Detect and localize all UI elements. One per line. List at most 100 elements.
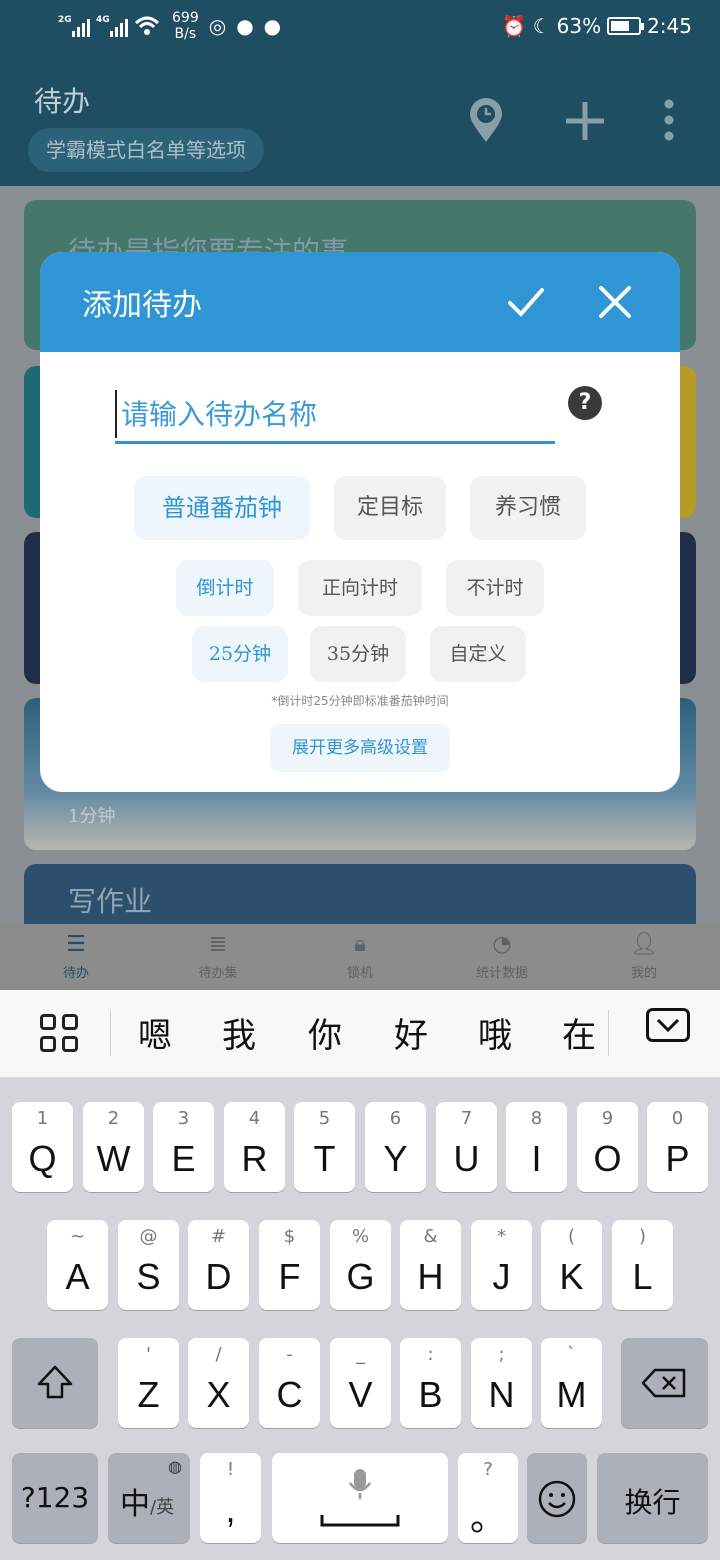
candidate-word[interactable]: 我 [222,1008,256,1057]
microphone-icon [348,1469,372,1499]
divider [608,1010,609,1056]
key-g[interactable]: % G [330,1220,391,1310]
key-k[interactable]: (K [541,1220,602,1310]
shift-icon [37,1365,73,1399]
wechat-icon: ● [263,14,282,38]
alarm-icon: ⏰ [501,14,527,38]
add-icon[interactable] [564,100,606,142]
option-build-habit[interactable]: 养习惯 [470,476,586,540]
dialog-header: 添加待办 [40,252,680,352]
divider [110,1010,111,1056]
list-icon: ☰ [66,932,86,957]
key-s[interactable]: @ S [118,1220,179,1310]
battery-percent: 63% [556,14,602,38]
expand-advanced-button[interactable]: 展开更多高级设置 [270,724,450,772]
nav-lock[interactable]: 🔒︎ 锁机 [300,932,420,981]
emoji-key[interactable] [527,1453,587,1543]
nav-todo-set[interactable]: ≣ 待办集 [158,932,278,981]
bottom-nav: ☰ 待办 ≣ 待办集 🔒︎ 锁机 ◔ 统计数据 👤︎ 我的 [0,924,720,990]
enter-key[interactable]: 换行 [597,1453,708,1543]
key-p[interactable]: 0P [647,1102,708,1192]
dialog-title: 添加待办 [82,288,202,323]
period-key[interactable]: ? 。 [458,1453,518,1543]
globe-icon: ◍ [168,1457,182,1476]
key-t[interactable]: 5T [294,1102,355,1192]
whitelist-chip[interactable]: 学霸模式白名单等选项 [28,128,264,172]
status-bar: 2G 4G 699 B/s ◎ ● ● ⏰ ☾ 63% 2:45 [0,0,720,56]
option-set-goal[interactable]: 定目标 [334,476,446,540]
space-key[interactable] [272,1453,448,1543]
option-custom[interactable]: 自定义 [430,626,526,682]
key-o[interactable]: 9O [577,1102,638,1192]
close-icon[interactable] [591,278,639,326]
shift-key[interactable] [12,1338,98,1428]
option-25min[interactable]: 25分钟 [192,626,288,682]
option-normal-pomodoro[interactable]: 普通番茄钟 [134,476,310,540]
moon-icon: ☾ [532,14,551,38]
key-v[interactable]: _ V [330,1338,391,1428]
confirm-icon[interactable] [502,278,550,326]
collapse-keyboard-icon[interactable] [646,1008,690,1042]
keyboard: 1Q 2W 3E 4R 5T 6Y 7U 8I 9O 0P ~ A @ S # D $… [0,1078,720,1560]
option-no-timer[interactable]: 不计时 [446,560,544,616]
weibo-icon: ◎ [208,14,227,38]
backspace-key[interactable] [621,1338,708,1428]
key-u[interactable]: 7U [436,1102,497,1192]
nav-me[interactable]: 👤︎ 我的 [584,932,704,981]
key-c[interactable]: -C [259,1338,320,1428]
key-x[interactable]: / X [188,1338,249,1428]
backspace-icon [641,1368,686,1398]
option-35min[interactable]: 35分钟 [310,626,406,682]
todo-name-input[interactable] [115,388,555,444]
key-d[interactable]: # D [188,1220,249,1310]
ime-candidate-bar: 嗯 我 你 好 哦 在 [0,990,720,1078]
candidate-word[interactable]: 嗯 [138,1008,172,1057]
emoji-icon [538,1480,576,1518]
candidate-word[interactable]: 哦 [478,1008,512,1057]
nav-todo[interactable]: ☰ 待办 [16,932,136,981]
nav-stats[interactable]: ◔ 统计数据 [442,932,562,981]
more-icon[interactable] [662,98,676,142]
comma-key[interactable]: ! , [200,1453,261,1543]
key-j[interactable]: * J [471,1220,532,1310]
option-count-up[interactable]: 正向计时 [298,560,422,616]
key-q[interactable]: 1Q [12,1102,73,1192]
page-title: 待办 [34,85,91,118]
key-e[interactable]: 3E [153,1102,214,1192]
key-w[interactable]: 2W [83,1102,144,1192]
key-z[interactable]: ' Z [118,1338,179,1428]
signal-icon: 2G [58,15,90,37]
key-y[interactable]: 6Y [365,1102,426,1192]
battery-icon [607,17,645,35]
todo-card[interactable]: 写作业 [24,864,696,924]
hint-note: *倒计时25分钟即标准番茄钟时间 [271,694,449,708]
space-bar-icon [320,1515,400,1527]
language-key[interactable]: ◍ 中 /英 [108,1453,190,1543]
option-countdown[interactable]: 倒计时 [176,560,274,616]
key-n[interactable]: ; N [471,1338,532,1428]
app-bar: 待办 学霸模式白名单等选项 [0,56,720,186]
add-todo-dialog: 添加待办 ? 普通番茄钟 定目标 养习惯 倒计时 正向计时 不计时 25分钟 3… [40,252,680,792]
numbers-key[interactable]: ?123 [12,1453,98,1543]
key-i[interactable]: 8I [506,1102,567,1192]
key-a[interactable]: ~ A [47,1220,108,1310]
pie-chart-icon: ◔ [492,932,512,957]
key-l[interactable]: ) L [612,1220,673,1310]
help-icon[interactable]: ? [568,386,602,420]
key-f[interactable]: $ F [259,1220,320,1310]
key-r[interactable]: 4R [224,1102,285,1192]
candidate-word[interactable]: 在 [562,1008,596,1057]
key-m[interactable]: ` M [541,1338,602,1428]
list-detail-icon: ≣ [208,932,228,957]
candidate-word[interactable]: 好 [394,1008,428,1057]
candidate-word[interactable]: 你 [308,1008,342,1057]
wifi-icon [134,16,160,35]
text-caret [115,390,117,438]
clock: 2:45 [647,14,692,38]
wechat-icon: ● [236,14,254,38]
key-b[interactable]: :B [400,1338,461,1428]
signal-icon: 4G [96,15,128,37]
key-h[interactable]: & H [400,1220,461,1310]
grid-menu-icon[interactable] [40,1014,80,1054]
location-icon[interactable] [466,98,506,144]
